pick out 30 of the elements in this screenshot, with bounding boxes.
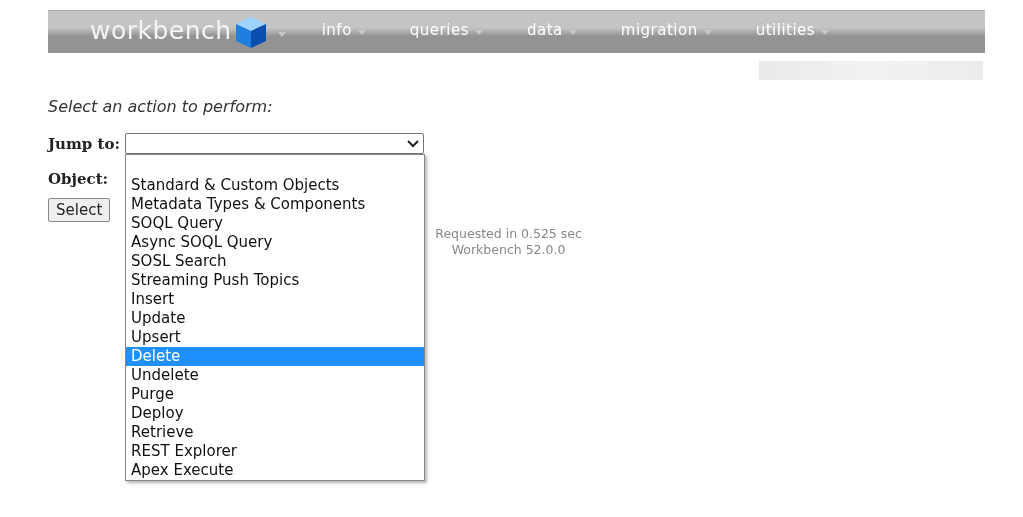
dropdown-option[interactable]: Undelete [126, 366, 425, 385]
footer-text: Requested in 0.525 sec [435, 226, 582, 242]
dropdown-option[interactable]: Streaming Push Topics [126, 271, 425, 290]
dropdown-option[interactable]: Deploy [126, 404, 425, 423]
caret-icon[interactable] [474, 29, 483, 35]
dropdown-option[interactable]: Update [126, 309, 425, 328]
dropdown-option[interactable]: Purge [126, 385, 425, 404]
dropdown-option[interactable]: Apex Execute [126, 461, 425, 480]
dropdown-option[interactable]: Upsert [126, 328, 425, 347]
dropdown-option[interactable]: Retrieve [126, 423, 425, 442]
dropdown-option[interactable]: Async SOQL Query [126, 233, 425, 252]
jump-to-label: Jump to: [48, 135, 121, 153]
caret-icon[interactable] [277, 31, 286, 37]
caret-icon[interactable] [357, 29, 366, 35]
cube-icon [233, 15, 268, 49]
chevron-down-icon [407, 139, 420, 148]
dropdown-option[interactable]: REST Explorer [126, 442, 425, 461]
caret-icon[interactable] [821, 29, 830, 35]
footer-text: Workbench 52.0.0 [450, 242, 567, 258]
caret-icon[interactable] [568, 29, 577, 35]
select-button[interactable]: Select [48, 198, 111, 222]
dropdown-option[interactable]: SOQL Query [126, 214, 425, 233]
dropdown-option[interactable]: SOSL Search [126, 252, 425, 271]
dropdown-option[interactable]: Insert [126, 290, 425, 309]
prompt-text: Select an action to perform: [48, 97, 274, 116]
jump-to-select[interactable] [125, 133, 425, 154]
dropdown-option[interactable]: Standard & Custom Objects [126, 176, 425, 195]
caret-icon[interactable] [703, 29, 712, 35]
dropdown-option[interactable]: Metadata Types & Components [126, 195, 425, 214]
object-label: Object: [48, 170, 109, 188]
